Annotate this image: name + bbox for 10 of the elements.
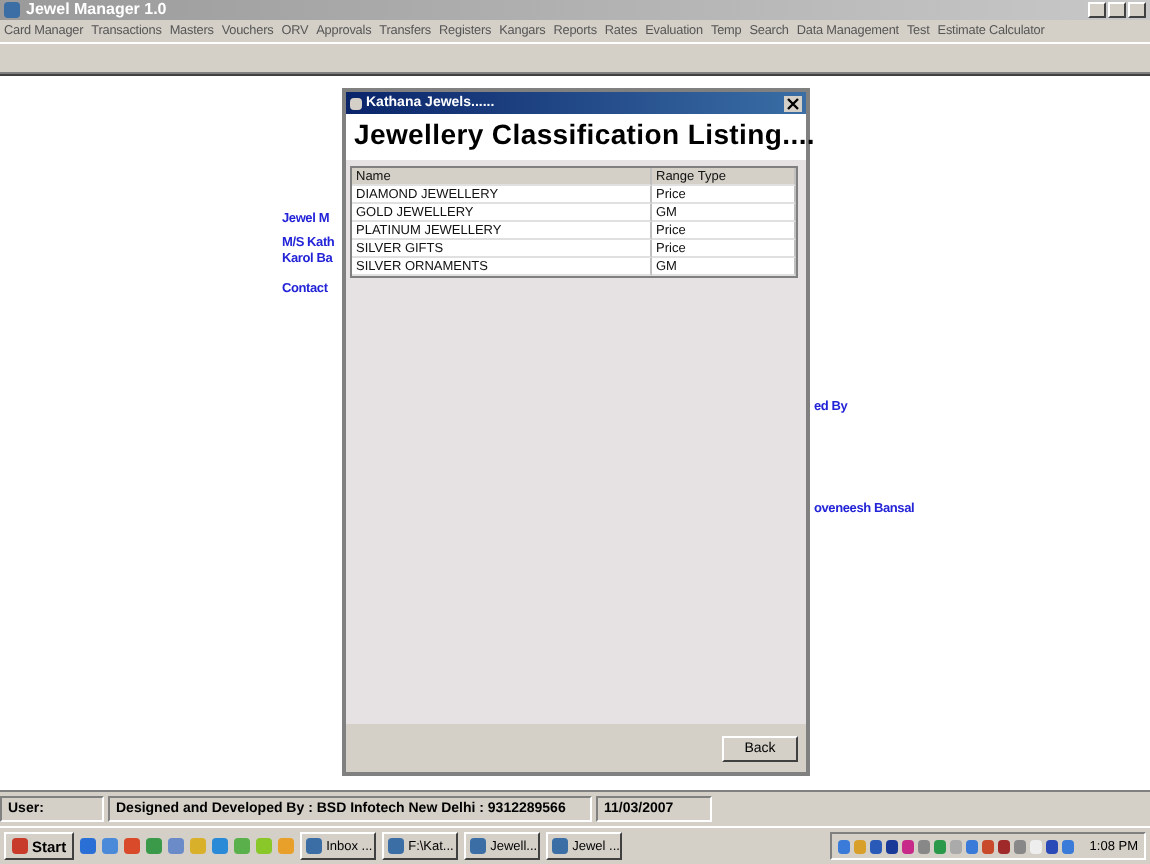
close-button[interactable] <box>784 95 802 111</box>
minimize-button[interactable] <box>1088 2 1106 18</box>
app-icon <box>350 97 362 109</box>
window-title: Jewel Manager 1.0 <box>26 0 167 20</box>
window-icon <box>388 838 405 854</box>
window-icon <box>306 838 323 854</box>
restore-button[interactable] <box>1108 2 1126 18</box>
window-icon <box>470 838 487 854</box>
app-icon <box>4 2 20 18</box>
window-icon <box>552 838 569 854</box>
